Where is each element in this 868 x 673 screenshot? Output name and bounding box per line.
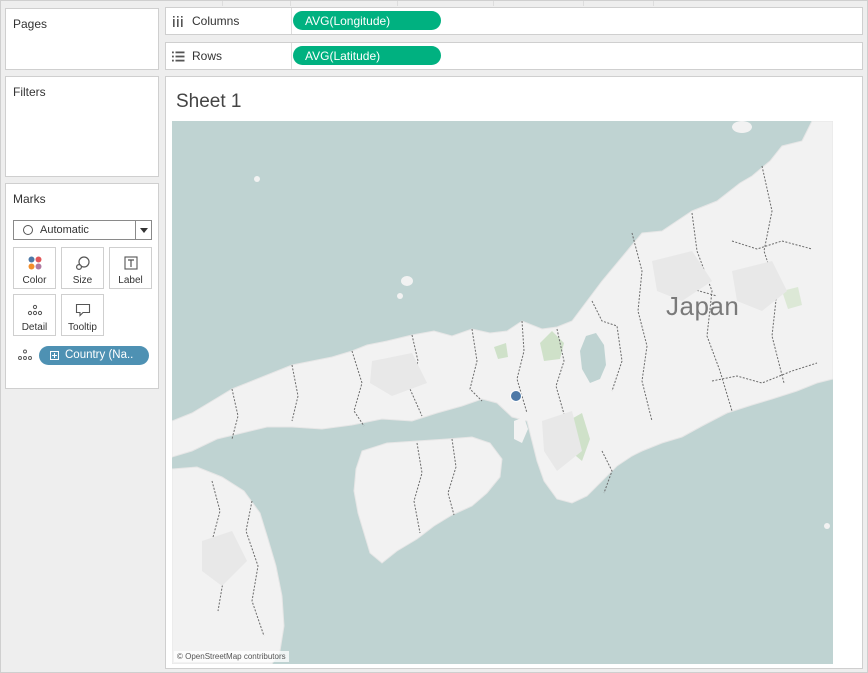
color-button[interactable]: Color: [13, 247, 56, 289]
expand-plus-icon[interactable]: [50, 350, 59, 360]
columns-shelf-label: Columns: [166, 8, 292, 34]
islet: [824, 523, 830, 529]
columns-label-text: Columns: [192, 14, 240, 28]
label-button[interactable]: Label: [109, 247, 152, 289]
tooltip-icon: [75, 300, 91, 320]
sheet-title[interactable]: Sheet 1: [176, 91, 242, 113]
islet: [254, 176, 260, 182]
sado-island: [732, 121, 752, 133]
text-label-icon: [123, 253, 138, 273]
mark-type-dropdown[interactable]: Automatic: [13, 220, 152, 240]
rows-label-text: Rows: [192, 49, 223, 63]
detail-icon: [27, 300, 43, 320]
mark-type-value: Automatic: [40, 224, 89, 236]
avg-latitude-pill[interactable]: AVG(Latitude): [293, 46, 441, 65]
detail-small-icon: [18, 349, 32, 360]
pages-title: Pages: [13, 17, 48, 31]
marks-card: Marks Automatic Color Size Label Detail …: [5, 183, 159, 389]
column-header-ticks: [165, 0, 863, 6]
country-data-point[interactable]: [510, 390, 522, 402]
color-icon: [27, 253, 43, 273]
country-map-label: Japan: [666, 291, 740, 321]
marks-title: Marks: [13, 192, 46, 206]
color-label: Color: [22, 275, 47, 286]
rows-icon: [172, 51, 186, 62]
detail-field-row: Country (Na..: [16, 345, 149, 365]
map-attribution[interactable]: © OpenStreetMap contributors: [174, 651, 289, 662]
map-background: [172, 121, 833, 664]
circle-mark-icon: [23, 225, 33, 235]
shikoku-landmass: [353, 436, 503, 564]
tooltip-label: Tooltip: [68, 322, 97, 333]
map-view[interactable]: Japan © OpenStreetMap contributors: [172, 121, 833, 664]
pages-card[interactable]: Pages: [5, 8, 159, 70]
oki-island: [401, 276, 413, 286]
size-label: Size: [72, 275, 93, 286]
avg-longitude-pill[interactable]: AVG(Longitude): [293, 11, 441, 30]
size-button[interactable]: Size: [61, 247, 104, 289]
columns-shelf[interactable]: Columns AVG(Longitude): [165, 7, 863, 35]
size-icon: [75, 253, 91, 273]
worksheet: Sheet 1 Japan © OpenStreetMap contributo…: [165, 76, 863, 669]
rows-shelf[interactable]: Rows AVG(Latitude): [165, 42, 863, 70]
detail-button[interactable]: Detail: [13, 294, 56, 336]
islet: [397, 293, 403, 299]
filters-card[interactable]: Filters: [5, 76, 159, 177]
country-pill-label: Country (Na..: [65, 349, 134, 361]
filters-title: Filters: [13, 85, 46, 99]
country-detail-pill[interactable]: Country (Na..: [39, 345, 149, 365]
dropdown-arrow-icon[interactable]: [135, 221, 151, 239]
columns-icon: [172, 15, 186, 27]
tooltip-button[interactable]: Tooltip: [61, 294, 104, 336]
detail-label: Detail: [21, 322, 48, 333]
rows-shelf-label: Rows: [166, 43, 292, 69]
label-label: Label: [118, 275, 143, 286]
